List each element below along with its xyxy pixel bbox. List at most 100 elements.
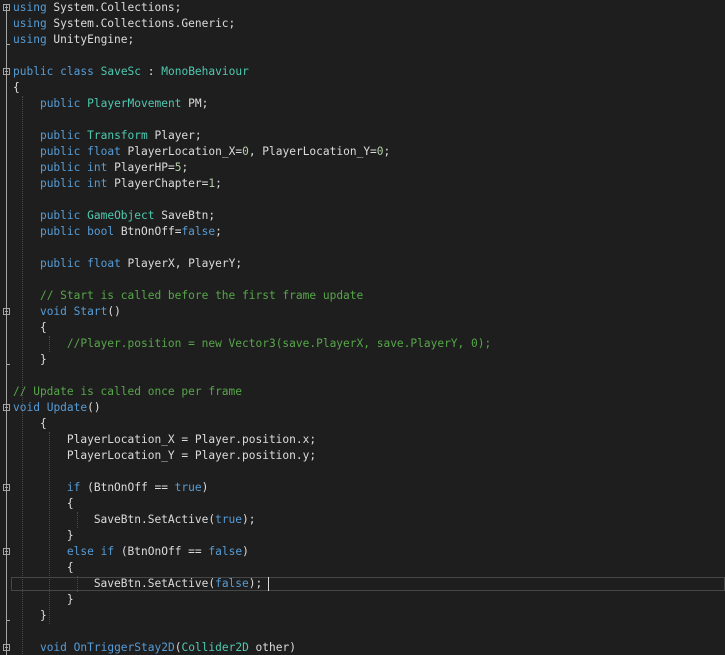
code-line[interactable]: { [0, 416, 725, 432]
code-token: int [87, 177, 108, 190]
code-line[interactable]: } [0, 608, 725, 624]
code-token: PlayerLocation_X= [120, 145, 243, 158]
code-token: true [174, 481, 202, 494]
code-line[interactable] [0, 192, 725, 208]
code-token: ); [248, 577, 263, 590]
code-token: other) [248, 641, 296, 654]
code-line[interactable]: using UnityEngine; [0, 32, 725, 48]
code-line[interactable] [0, 240, 725, 256]
code-token: Player; [147, 129, 202, 142]
code-editor[interactable]: using System.Collections; using System.Co… [0, 0, 725, 655]
code-text: SaveBtn.SetActive(false); [13, 576, 262, 592]
code-token: : [141, 65, 162, 78]
code-line[interactable]: void Update() [0, 400, 725, 416]
code-line[interactable]: public bool BtnOnOff=false; [0, 224, 725, 240]
code-line[interactable]: } [0, 592, 725, 608]
code-text: if (BtnOnOff == true) [13, 480, 208, 496]
code-line[interactable]: public int PlayerChapter=1; [0, 176, 725, 192]
code-token: false [208, 545, 243, 558]
code-line[interactable] [0, 464, 725, 480]
code-token: PlayerX, PlayerY; [120, 257, 243, 270]
code-token: public [39, 161, 81, 174]
code-text: { [13, 560, 74, 576]
code-line[interactable]: { [0, 560, 725, 576]
code-text: } [13, 528, 74, 544]
code-line[interactable]: public GameObject SaveBtn; [0, 208, 725, 224]
code-line[interactable]: public class SaveSc : MonoBehaviour [0, 64, 725, 80]
code-line[interactable]: PlayerLocation_X = Player.position.x; [0, 432, 725, 448]
code-token: int [87, 161, 108, 174]
code-token: (BtnOnOff == [114, 545, 209, 558]
code-token: PlayerLocation_Y = Player.position.y; [13, 449, 317, 462]
code-token: { [13, 417, 47, 430]
code-token: using [13, 1, 47, 14]
code-line[interactable]: using System.Collections.Generic; [0, 16, 725, 32]
code-line[interactable]: // Start is called before the first fram… [0, 288, 725, 304]
code-text: public GameObject SaveBtn; [13, 208, 215, 224]
code-token: public [39, 209, 81, 222]
code-text: public int PlayerHP=5; [13, 160, 188, 176]
code-token: PlayerLocation_X = Player.position.x; [13, 433, 317, 446]
code-text: PlayerLocation_Y = Player.position.y; [13, 448, 316, 464]
code-line[interactable]: { [0, 80, 725, 96]
code-line[interactable]: if (BtnOnOff == true) [0, 480, 725, 496]
code-line[interactable] [0, 368, 725, 384]
code-text: SaveBtn.SetActive(true); [13, 512, 256, 528]
code-line[interactable]: void Start() [0, 304, 725, 320]
code-line[interactable]: SaveBtn.SetActive(true); [0, 512, 725, 528]
code-text: public float PlayerLocation_X=0, PlayerL… [13, 144, 390, 160]
code-token: 0 [376, 145, 384, 158]
code-text: using System.Collections.Generic; [13, 16, 235, 32]
code-line[interactable]: { [0, 496, 725, 512]
code-token: { [13, 321, 47, 334]
code-line[interactable]: } [0, 528, 725, 544]
code-line[interactable]: //Player.position = new Vector3(save.Pla… [0, 336, 725, 352]
code-token: () [87, 401, 101, 414]
code-text: void Update() [13, 400, 101, 416]
code-line[interactable]: public float PlayerLocation_X=0, PlayerL… [0, 144, 725, 160]
code-line[interactable]: public float PlayerX, PlayerY; [0, 256, 725, 272]
code-text: public int PlayerChapter=1; [13, 176, 222, 192]
code-token: public [39, 129, 81, 142]
code-token: ; [181, 161, 189, 174]
code-text: { [13, 80, 20, 96]
code-line[interactable]: else if (BtnOnOff == false) [0, 544, 725, 560]
code-token: { [13, 497, 74, 510]
code-token: ; [215, 177, 222, 190]
code-token: void [39, 305, 67, 318]
text-caret [268, 577, 270, 591]
code-token: Transform [87, 129, 148, 142]
code-token: Collider2D [181, 641, 249, 654]
code-line[interactable]: PlayerLocation_Y = Player.position.y; [0, 448, 725, 464]
code-token: MonoBehaviour [161, 65, 249, 78]
code-line[interactable]: // Update is called once per frame [0, 384, 725, 400]
code-text: public class SaveSc : MonoBehaviour [13, 64, 249, 80]
code-token: PM; [181, 97, 209, 110]
code-text: { [13, 496, 74, 512]
code-line[interactable]: public PlayerMovement PM; [0, 96, 725, 112]
code-line[interactable] [0, 624, 725, 640]
code-line[interactable] [0, 48, 725, 64]
code-line[interactable]: void OnTriggerStay2D(Collider2D other) [0, 640, 725, 655]
code-line[interactable] [0, 112, 725, 128]
code-line[interactable]: } [0, 352, 725, 368]
code-line[interactable]: { [0, 320, 725, 336]
code-line[interactable]: using System.Collections; [0, 0, 725, 16]
code-token: public [39, 97, 81, 110]
code-line[interactable]: public int PlayerHP=5; [0, 160, 725, 176]
code-token: void [39, 641, 67, 654]
code-text: public PlayerMovement PM; [13, 96, 208, 112]
code-line[interactable] [0, 272, 725, 288]
code-token: (BtnOnOff == [80, 481, 175, 494]
code-line[interactable]: SaveBtn.SetActive(false); [0, 576, 725, 592]
code-line[interactable]: public Transform Player; [0, 128, 725, 144]
code-token: SaveBtn; [154, 209, 216, 222]
